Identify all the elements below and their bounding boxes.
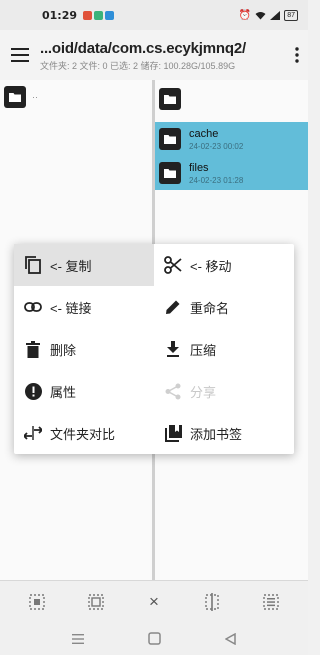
menu-lines-icon — [72, 633, 84, 644]
system-nav-bar — [0, 622, 308, 655]
path-title: ...oid/data/com.cs.ecykjmnq2/ — [40, 40, 246, 57]
menu-item-label: 文件夹对比 — [50, 426, 116, 442]
menu-item-label: 添加书签 — [190, 426, 243, 442]
menu-item-delete[interactable]: 删除 — [14, 328, 154, 370]
context-menu: <- 复制 <- 移动 <- 链接 重命名 删除 压缩 属性 分享 文件夹对比 … — [14, 244, 294, 454]
trash-icon — [22, 338, 44, 360]
select-all-icon — [29, 593, 45, 610]
notification-icon-green — [94, 10, 104, 20]
status-bar: 01:29 ⏰ 87 — [0, 0, 308, 30]
share-icon — [162, 380, 184, 402]
path-header: ...oid/data/com.cs.ecykjmnq2/ 文件夹: 2 文件:… — [40, 38, 286, 72]
menu-item-link[interactable]: <- 链接 — [14, 286, 154, 328]
select-range-button[interactable] — [84, 590, 108, 614]
menu-item-folder-compare[interactable]: 文件夹对比 — [14, 412, 154, 454]
list-item-files[interactable]: files 24-02-23 01:28 — [155, 156, 308, 190]
list-item-cache[interactable]: cache 24-02-23 00:02 — [155, 122, 308, 156]
more-options-button[interactable] — [286, 30, 308, 80]
bottom-toolbar: × — [0, 580, 308, 622]
home-square-icon — [147, 632, 161, 645]
status-icons: ⏰ 87 — [238, 9, 298, 21]
item-date: 24-02-23 01:28 — [189, 175, 244, 185]
status-time: 01:29 — [42, 8, 78, 22]
info-icon — [22, 380, 44, 402]
menu-item-label: 删除 — [50, 342, 77, 358]
list-item-parent[interactable] — [155, 82, 308, 116]
close-icon: × — [149, 591, 159, 611]
menu-item-properties[interactable]: 属性 — [14, 370, 154, 412]
download-icon — [162, 338, 184, 360]
copy-icon — [22, 254, 44, 276]
menu-item-rename[interactable]: 重命名 — [154, 286, 294, 328]
menu-item-label: 压缩 — [190, 342, 217, 358]
folder-icon — [159, 162, 181, 184]
invert-selection-button[interactable] — [200, 590, 224, 614]
folder-icon — [159, 88, 181, 110]
menu-item-label: 重命名 — [190, 300, 230, 316]
menu-item-move[interactable]: <- 移动 — [154, 244, 294, 286]
back-triangle-icon — [224, 632, 236, 645]
menu-item-label: <- 链接 — [50, 300, 92, 316]
folder-icon — [4, 86, 26, 108]
menu-item-label: <- 移动 — [190, 258, 232, 274]
signal-icon — [270, 10, 281, 20]
wifi-icon — [255, 11, 266, 19]
item-date: 24-02-23 00:02 — [189, 141, 244, 151]
app-bar: ...oid/data/com.cs.ecykjmnq2/ 文件夹: 2 文件:… — [0, 30, 308, 80]
cancel-selection-button[interactable]: × — [142, 590, 166, 614]
battery-icon: 87 — [284, 9, 298, 21]
menu-item-label: 分享 — [190, 384, 217, 400]
select-all-button[interactable] — [25, 590, 49, 614]
alarm-icon: ⏰ — [238, 9, 252, 21]
cut-icon — [162, 254, 184, 276]
pencil-icon — [162, 296, 184, 318]
path-info: 文件夹: 2 文件: 0 已选: 2 储存: 100.28G/105.89G — [40, 61, 236, 71]
select-list-button[interactable] — [259, 590, 283, 614]
menu-item-add-bookmark[interactable]: 添加书签 — [154, 412, 294, 454]
folder-icon — [159, 128, 181, 150]
notification-icon-red — [83, 10, 93, 20]
select-range-icon — [87, 593, 104, 610]
notification-icon-blue — [105, 10, 115, 20]
bookmark-icon — [162, 422, 184, 444]
invert-selection-icon — [205, 592, 220, 611]
hamburger-icon — [11, 48, 29, 62]
list-item-parent[interactable]: ·· — [0, 80, 152, 114]
menu-item-copy[interactable]: <- 复制 — [14, 244, 154, 286]
more-vertical-icon — [295, 47, 299, 63]
back-button[interactable] — [222, 631, 238, 647]
link-icon — [22, 296, 44, 318]
parent-dir-label: ·· — [32, 92, 38, 102]
compare-icon — [22, 422, 44, 444]
item-name: cache — [189, 127, 219, 140]
recents-button[interactable] — [70, 631, 86, 647]
menu-item-share[interactable]: 分享 — [154, 370, 294, 412]
menu-item-label: 属性 — [50, 384, 77, 400]
hamburger-menu-button[interactable] — [0, 30, 40, 80]
home-button[interactable] — [146, 631, 162, 647]
menu-item-label: <- 复制 — [50, 258, 92, 274]
menu-item-compress[interactable]: 压缩 — [154, 328, 294, 370]
select-list-icon — [263, 593, 279, 610]
item-name: files — [189, 161, 209, 174]
